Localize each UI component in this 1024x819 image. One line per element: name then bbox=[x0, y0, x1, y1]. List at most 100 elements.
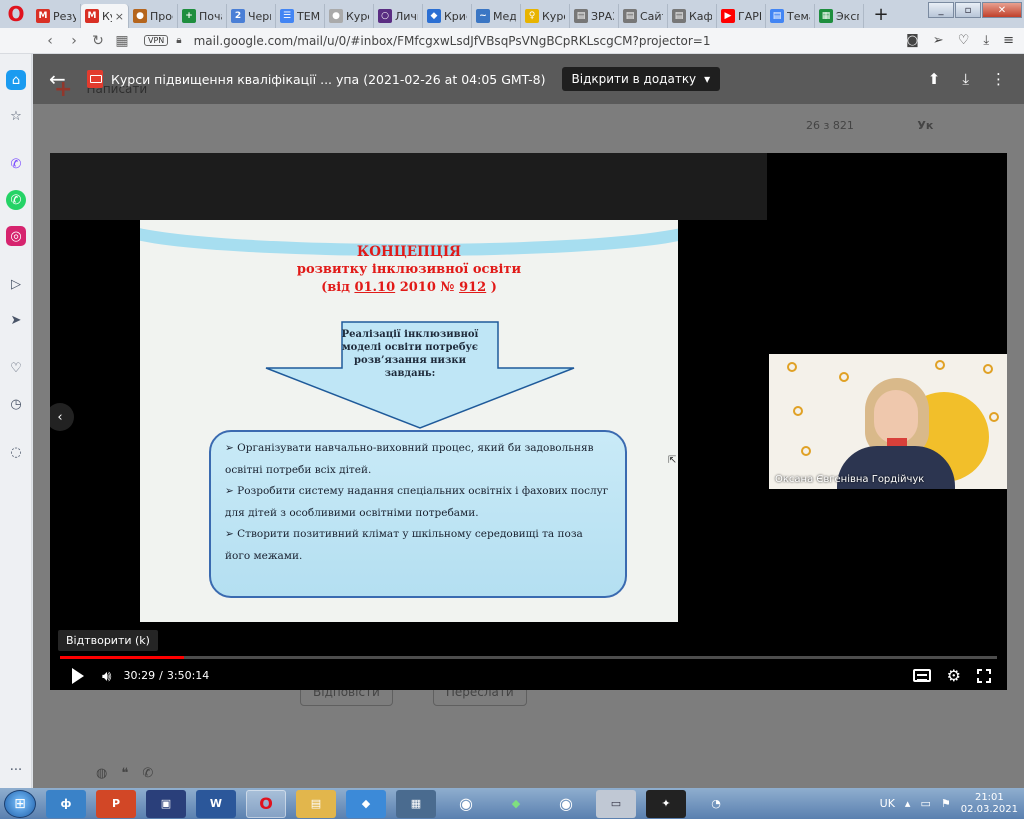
player-icon[interactable]: ▷ bbox=[6, 274, 26, 294]
language-indicator[interactable]: UK bbox=[880, 797, 895, 810]
start-button[interactable]: ⊞ bbox=[4, 789, 36, 818]
taskbar-edge-icon[interactable]: ◔ bbox=[696, 790, 736, 818]
new-tab-button[interactable]: + bbox=[868, 4, 894, 25]
taskbar-explorer-icon[interactable]: ▤ bbox=[296, 789, 336, 818]
tab-close-icon[interactable]: × bbox=[115, 10, 124, 23]
taskbar-opera-icon[interactable]: O bbox=[246, 789, 286, 818]
browser-tab[interactable]: MРезу bbox=[32, 4, 81, 28]
clock[interactable]: 21:01 02.03.2021 bbox=[961, 792, 1018, 816]
bg-logo-mark bbox=[801, 446, 811, 456]
progress-bar[interactable] bbox=[60, 656, 997, 659]
subtitles-icon[interactable] bbox=[912, 669, 931, 682]
sidebar-more-icon[interactable]: ··· bbox=[6, 760, 26, 780]
browser-tab[interactable]: ▤ Каф bbox=[668, 4, 717, 28]
slide-title-line1: КОНЦЕПЦІЯ bbox=[356, 244, 462, 260]
play-icon[interactable] bbox=[72, 667, 84, 684]
browser-tab[interactable]: ▶ГАРЕ bbox=[717, 4, 766, 28]
lock-icon[interactable]: 🔒︎ bbox=[176, 35, 181, 46]
fullscreen-icon[interactable] bbox=[977, 668, 991, 683]
more-options-icon[interactable]: ⋮ bbox=[991, 70, 1006, 88]
phone-icon[interactable]: ✆ bbox=[142, 766, 153, 781]
browser-tab[interactable]: ●Курс bbox=[325, 4, 374, 28]
minimize-button[interactable]: _ bbox=[928, 2, 954, 18]
opera-menu-icon[interactable]: O bbox=[0, 0, 32, 28]
language-selector[interactable]: Ук bbox=[917, 119, 933, 132]
speed-dial-icon[interactable]: ⌂ bbox=[6, 70, 26, 90]
tab-label: Поча bbox=[199, 9, 222, 23]
forward-icon[interactable]: › bbox=[62, 33, 86, 49]
browser-tab[interactable]: 2Черн bbox=[227, 4, 276, 28]
browser-tab[interactable]: ○Личн bbox=[374, 4, 423, 28]
progress-fill bbox=[60, 656, 184, 659]
taskbar-app-gray-icon[interactable]: ▭ bbox=[596, 789, 636, 818]
taskbar-app-blue-icon[interactable]: ◆ bbox=[346, 789, 386, 818]
browser-tab[interactable]: ~ Мед bbox=[472, 4, 521, 28]
browser-tab[interactable]: ☰ ТЕМ bbox=[276, 4, 325, 28]
opera-sidebar: ⌂ ☆ ✆ ✆ ◎ ▷ ➤ ♡ ◷ ◌ ··· bbox=[0, 54, 32, 788]
tabs-grid-icon[interactable]: ▦ bbox=[110, 33, 134, 49]
volume-icon[interactable]: 🔊︎ bbox=[102, 667, 111, 685]
network-icon[interactable]: ▭ bbox=[920, 797, 930, 810]
taskbar-app-sbs-icon[interactable]: ф bbox=[46, 789, 86, 818]
browser-tab[interactable]: ▤Тема bbox=[766, 4, 815, 28]
taskbar-app-dark-icon[interactable]: ✦ bbox=[646, 789, 686, 818]
tab-label: Ку bbox=[102, 9, 112, 23]
browser-tab[interactable]: ▤ЗРАЗ bbox=[570, 4, 619, 28]
send-icon[interactable]: ➢ bbox=[933, 33, 944, 48]
bookmarks-icon[interactable]: ☆ bbox=[6, 106, 26, 126]
instagram-icon[interactable]: ◎ bbox=[6, 226, 26, 246]
maximize-button[interactable]: ▫ bbox=[955, 2, 981, 18]
add-to-drive-icon[interactable]: ⬆ bbox=[928, 70, 941, 88]
browser-tab[interactable]: ▦Эксп bbox=[815, 4, 864, 28]
back-icon[interactable]: ‹ bbox=[38, 33, 62, 49]
bg-logo-mark bbox=[839, 372, 849, 382]
reload-icon[interactable]: ↻ bbox=[86, 33, 110, 49]
messenger-icon[interactable]: ✆ bbox=[6, 154, 26, 174]
webcam-overlay: Оксана Євгенівна Гордійчук bbox=[769, 354, 1007, 489]
tab-favicon-icon: 2 bbox=[231, 9, 245, 23]
person-face bbox=[874, 390, 918, 444]
taskbar-network-icon[interactable]: ▦ bbox=[396, 789, 436, 818]
taskbar-powerpoint-icon[interactable]: P bbox=[96, 789, 136, 818]
slide-title-date: 01.10 bbox=[354, 280, 396, 295]
hangouts-icon[interactable]: ❝ bbox=[121, 766, 128, 781]
whatsapp-icon[interactable]: ✆ bbox=[6, 190, 26, 210]
previous-file-button[interactable]: ‹ bbox=[50, 403, 74, 431]
tasks-box: ➢ Організувати навчально-виховний процес… bbox=[209, 430, 627, 598]
send-icon-sidebar[interactable]: ➤ bbox=[6, 310, 26, 330]
camera-icon[interactable]: ◙ bbox=[906, 33, 919, 48]
gmail-pager: 26 з 821 Ук bbox=[806, 119, 933, 132]
viewer-back-icon[interactable]: ← bbox=[49, 67, 73, 91]
history-clock-icon[interactable]: ◷ bbox=[6, 394, 26, 414]
taskbar-chrome-user-icon[interactable]: ◉ bbox=[546, 790, 586, 818]
tray-arrow-icon[interactable]: ▴ bbox=[905, 797, 911, 810]
tab-favicon-icon: ▤ bbox=[770, 9, 784, 23]
tips-bulb-icon[interactable]: ◌ bbox=[6, 442, 26, 462]
taskbar-floppy-icon[interactable]: ▣ bbox=[146, 789, 186, 818]
browser-tab[interactable]: +Поча bbox=[178, 4, 227, 28]
open-with-button[interactable]: Відкрити в додатку ▾ bbox=[561, 67, 721, 91]
download-icon[interactable]: ⤓ bbox=[962, 70, 969, 88]
tab-favicon-icon: ▶ bbox=[721, 9, 735, 23]
taskbar-sims-icon[interactable]: ◆ bbox=[496, 790, 536, 818]
download-icon[interactable]: ⤓ bbox=[983, 33, 989, 48]
close-window-button[interactable]: ✕ bbox=[982, 2, 1022, 18]
favorites-heart-icon[interactable]: ♡ bbox=[6, 358, 26, 378]
vpn-badge[interactable]: VPN bbox=[144, 35, 169, 46]
browser-tab[interactable]: ●Прос bbox=[129, 4, 178, 28]
settings-gear-icon[interactable]: ⚙ bbox=[947, 666, 961, 685]
tab-label: Черн bbox=[248, 9, 271, 23]
contacts-icon[interactable]: ◍ bbox=[96, 766, 107, 781]
taskbar-chrome-icon[interactable]: ◉ bbox=[446, 790, 486, 818]
video-player[interactable]: КОНЦЕПЦІЯ розвитку інклюзивної освіти (в… bbox=[50, 153, 1007, 690]
browser-tab[interactable]: ▤Сайт bbox=[619, 4, 668, 28]
url-field[interactable]: mail.google.com/mail/u/0/#inbox/FMfcgxwL… bbox=[194, 34, 711, 48]
browser-tab[interactable]: ◆Крис bbox=[423, 4, 472, 28]
menu-lines-icon[interactable]: ≡ bbox=[1003, 33, 1014, 48]
browser-tab[interactable]: ♀Курс bbox=[521, 4, 570, 28]
browser-tab[interactable]: MКу× bbox=[81, 4, 129, 28]
flag-icon[interactable]: ⚑ bbox=[941, 797, 951, 810]
heart-icon[interactable]: ♡ bbox=[958, 33, 970, 48]
taskbar-word-icon[interactable]: W bbox=[196, 789, 236, 818]
address-bar-actions: ◙ ➢ ♡ ⤓ ≡ bbox=[906, 33, 1014, 48]
